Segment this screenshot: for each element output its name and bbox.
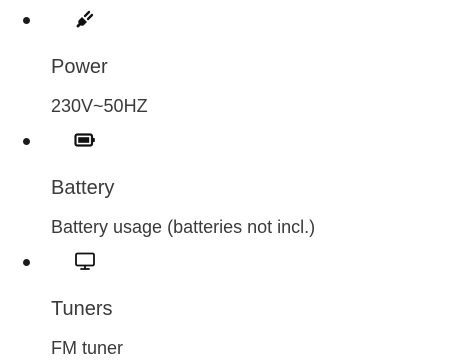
spec-value: 230V~50HZ (51, 96, 148, 116)
spec-title: Power (51, 56, 108, 78)
list-bullet (23, 138, 30, 145)
specifications-list: Power 230V~50HZ Battery Battery usage (b… (0, 0, 459, 363)
spec-value: FM tuner (51, 338, 124, 358)
spec-item-power: Power 230V~50HZ (0, 0, 459, 121)
spec-item-tuners: Tuners FM tuner (0, 242, 459, 363)
spec-title: Battery (51, 177, 115, 199)
monitor-icon (75, 252, 95, 270)
battery-icon (74, 133, 95, 147)
spec-value: Battery usage (batteries not incl.) (51, 217, 316, 237)
power-plug-icon (76, 10, 94, 28)
spec-title: Tuners (51, 298, 113, 320)
spec-item-battery: Battery Battery usage (batteries not inc… (0, 121, 459, 242)
list-bullet (23, 17, 30, 24)
list-bullet (23, 259, 30, 266)
